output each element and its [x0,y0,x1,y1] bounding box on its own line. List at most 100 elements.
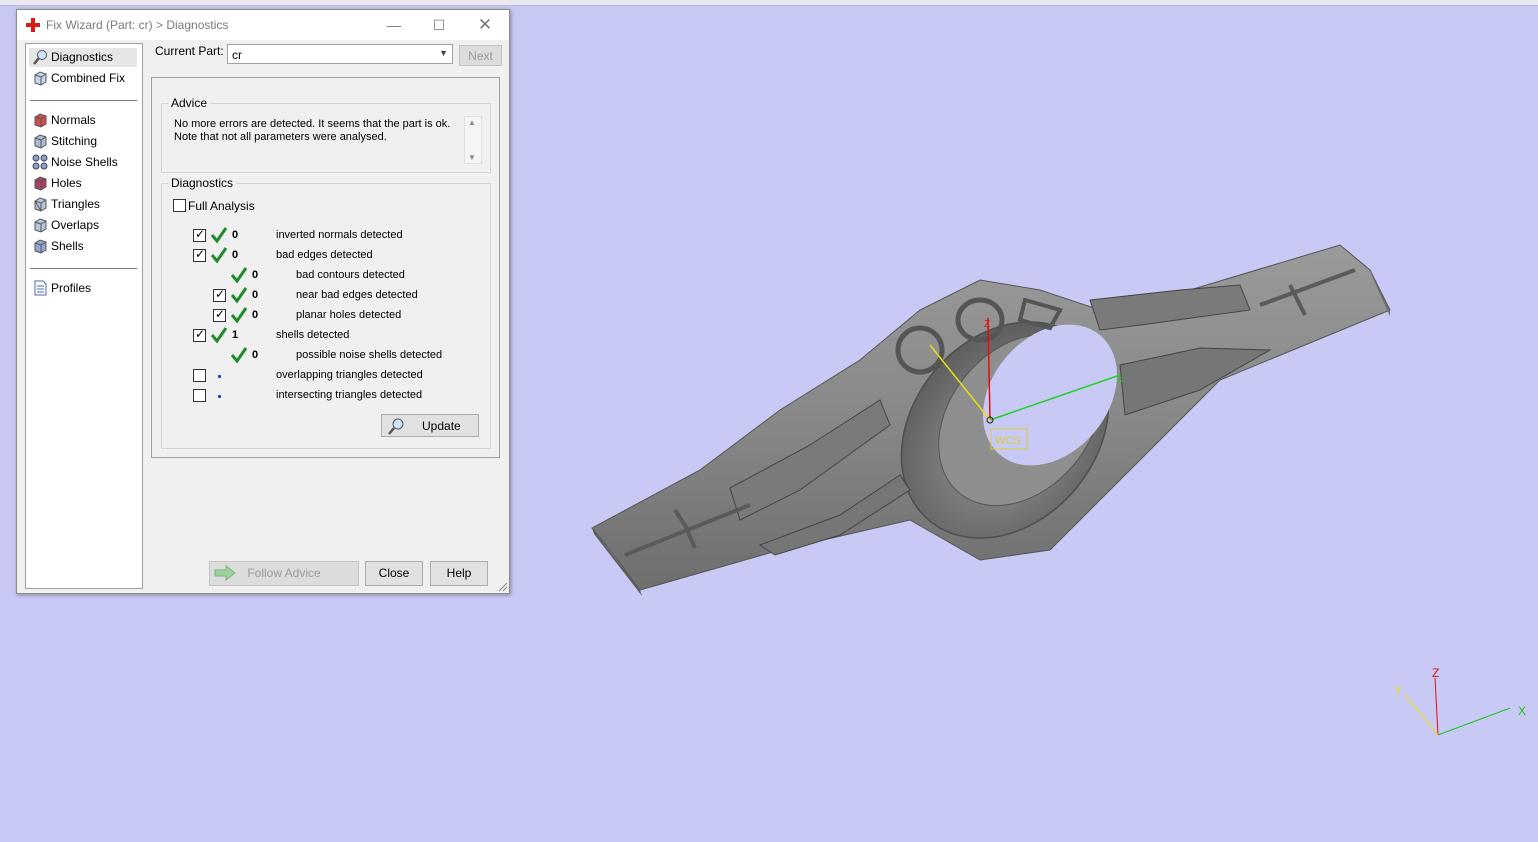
triad-y-label: Y [1394,684,1402,698]
window-title: Fix Wizard (Part: cr) > Diagnostics [46,18,229,32]
axis-triad: X Z Y [1394,666,1526,736]
row-checkbox-near-bad-edges[interactable]: ✓ [213,287,226,302]
advice-title: Advice [168,96,211,110]
green-check-icon [210,247,228,264]
cube-icon [34,71,47,86]
green-check-icon [230,287,248,304]
ring-model[interactable]: WCS Z X [580,230,1410,610]
nav-label: Normals [51,113,96,127]
nav-item-shells[interactable]: Shells [29,237,137,256]
row-label: shells detected [276,329,350,341]
status-dot-icon [218,395,221,398]
shells-cube-icon [34,239,47,254]
nav-label: Profiles [51,281,92,295]
nav-item-profiles[interactable]: Profiles [29,279,137,298]
wcs-label: WCS [995,435,1021,447]
row-checkbox-planar-holes[interactable]: ✓ [213,307,226,322]
nav-label: Shells [51,239,84,253]
svg-text:X: X [1117,375,1124,386]
scroll-down-icon[interactable]: ▼ [468,153,476,162]
stitching-cube-icon [34,134,47,149]
current-part-select[interactable]: cr ▼ [227,44,453,64]
nav-item-holes[interactable]: Holes [29,174,137,193]
nav-item-triangles[interactable]: Triangles [29,195,137,214]
follow-advice-label: Follow Advice [247,566,321,580]
row-label: overlapping triangles detected [276,369,423,381]
update-label: Update [422,419,461,433]
count: 1 [232,329,239,341]
resize-grip-icon[interactable] [498,582,508,592]
nav-label: Combined Fix [51,71,126,85]
fix-wizard-dialog: Fix Wizard (Part: cr) > Diagnostics — ☐ … [16,9,510,594]
nav-item-normals[interactable]: Normals [29,111,137,130]
count: 0 [232,229,239,241]
red-cross-icon [26,18,40,32]
count: 0 [232,249,239,261]
green-check-icon [210,227,228,244]
advice-scrollbar[interactable]: ▲ ▼ [464,116,482,164]
count: 0 [252,289,259,301]
nav-item-combined-fix[interactable]: Combined Fix [29,69,137,88]
diagnostics-panel: Advice No more errors are detected. It s… [151,77,500,458]
row-label: bad edges detected [276,249,373,261]
diagnostics-title: Diagnostics [168,176,237,190]
nav-label: Triangles [51,197,100,211]
nav-label: Overlaps [51,218,100,232]
minimize-button[interactable]: — [380,15,408,35]
row-label: near bad edges detected [296,289,418,301]
nav-label: Stitching [51,134,98,148]
green-check-icon [210,327,228,344]
green-check-icon [230,347,248,364]
wizard-nav: Diagnostics Combined Fix Normals Stitchi… [25,43,143,589]
row-checkbox-intersecting[interactable] [193,389,206,402]
row-label: bad contours detected [296,269,405,281]
overlaps-cube-icon [34,218,47,233]
full-analysis-checkbox[interactable] [173,199,186,212]
help-button[interactable]: Help [430,561,488,586]
nav-item-overlaps[interactable]: Overlaps [29,216,137,235]
close-window-button[interactable]: ✕ [471,15,499,35]
update-button[interactable]: Update [381,414,479,437]
nav-item-diagnostics[interactable]: Diagnostics [29,48,137,67]
nav-label: Holes [51,176,82,190]
row-checkbox-inverted-normals[interactable]: ✓ [193,227,206,242]
maximize-button[interactable]: ☐ [425,15,453,35]
nav-separator [30,100,137,101]
normals-cube-icon [34,113,47,128]
nav-label: Diagnostics [51,50,114,64]
close-button[interactable]: Close [365,561,423,586]
title-bar[interactable]: Fix Wizard (Part: cr) > Diagnostics — ☐ … [17,10,509,40]
nav-item-stitching[interactable]: Stitching [29,132,137,151]
arrow-right-icon [214,565,236,581]
magnifier-icon [33,50,47,65]
row-label: possible noise shells detected [296,349,443,361]
chevron-down-icon: ▼ [439,48,448,58]
advice-text: No more errors are detected. It seems th… [174,118,451,143]
triangles-cube-icon [34,197,47,212]
noise-shells-icon [32,154,48,170]
follow-advice-button[interactable]: Follow Advice [209,561,359,586]
row-checkbox-overlapping[interactable] [193,369,206,382]
count: 0 [252,269,259,281]
diagnostics-group: Diagnostics Full Analysis ✓ 0 inverted n… [161,176,491,449]
count: 0 [252,309,259,321]
count: 0 [252,349,259,361]
row-checkbox-bad-edges[interactable]: ✓ [193,247,206,262]
magnifier-icon [388,418,404,435]
nav-item-noise-shells[interactable]: Noise Shells [29,153,137,172]
svg-text:Z: Z [984,319,990,330]
triad-x-label: X [1518,704,1526,718]
nav-separator [30,268,137,269]
scroll-up-icon[interactable]: ▲ [468,118,476,127]
holes-cube-icon [34,176,47,191]
toolbar-edge [0,0,1538,6]
green-check-icon [230,307,248,324]
nav-label: Noise Shells [51,155,118,169]
next-button[interactable]: Next [459,45,502,66]
current-part-label: Current Part: [155,44,224,58]
document-icon [34,280,47,296]
row-checkbox-shells[interactable]: ✓ [193,327,206,342]
advice-group: Advice No more errors are detected. It s… [161,96,491,173]
row-label: inverted normals detected [276,229,403,241]
status-dot-icon [218,375,221,378]
